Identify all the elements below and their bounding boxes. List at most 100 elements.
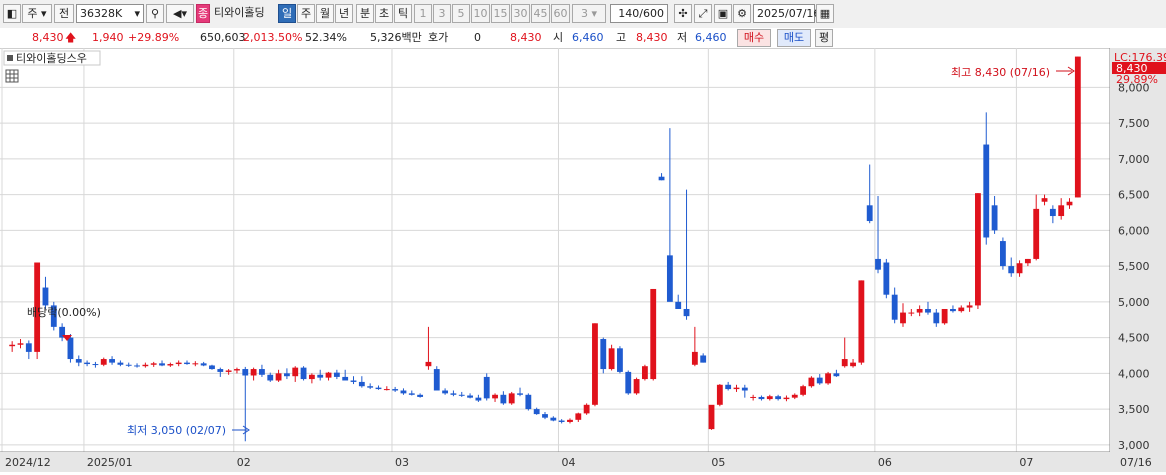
- price-info-bar: 8,430 🡅 1,940 +29.89% 650,603 2,013.50% …: [0, 28, 1166, 49]
- candle-body: [950, 308, 956, 312]
- candle-body: [891, 294, 898, 320]
- candle-body: [150, 363, 157, 365]
- candle-body: [833, 373, 840, 377]
- candle-body: [292, 367, 299, 377]
- minute-option-10[interactable]: 10: [471, 4, 490, 23]
- x-tick-label: 04: [561, 456, 575, 469]
- count-input[interactable]: 140/600: [610, 4, 668, 23]
- tab-second[interactable]: 초: [375, 4, 393, 23]
- minute-option-45[interactable]: 45: [531, 4, 550, 23]
- tab-month[interactable]: 월: [316, 4, 334, 23]
- candle-body: [134, 365, 140, 367]
- minute-option-60[interactable]: 60: [551, 4, 570, 23]
- tab-week[interactable]: 주: [297, 4, 315, 23]
- candle-body: [84, 362, 91, 365]
- candle-body: [775, 396, 782, 400]
- calendar-icon[interactable]: ▦: [816, 4, 834, 23]
- high-annotation: 최고 8,430 (07/16): [951, 66, 1050, 79]
- y-tick-label: 4,500: [1118, 332, 1150, 345]
- low-label: 저: [677, 31, 688, 44]
- candle-body: [600, 339, 607, 370]
- chart-toolbar: ◧ 주 ▾ 전 36328K ▾ ⚲ ◀▾ 종 티와이홀딩 일 주 월 년 분 초…: [0, 0, 1166, 29]
- candlestick-chart: 8,0007,5007,0006,5006,0005,5005,0004,500…: [0, 48, 1166, 472]
- candle-body: [375, 387, 382, 390]
- chart-grid: [0, 48, 1114, 472]
- candle-body: [841, 359, 848, 367]
- market-label: 주: [27, 7, 38, 20]
- candle-body: [167, 364, 174, 366]
- candle-body: [800, 386, 807, 395]
- candle-body: [42, 287, 49, 306]
- candle-body: [766, 396, 773, 400]
- window-menu-icon[interactable]: ◧: [3, 4, 21, 23]
- candle-body: [733, 387, 740, 390]
- tab-tick[interactable]: 틱: [394, 4, 412, 23]
- candle-body: [808, 377, 815, 387]
- sell-button[interactable]: 매도: [777, 29, 811, 47]
- legend-square-icon: [7, 55, 13, 61]
- candle-body: [492, 394, 498, 399]
- eval-button[interactable]: 평: [815, 29, 833, 47]
- candle-body: [617, 348, 623, 372]
- candle-body: [517, 393, 523, 395]
- legend-name: 티와이홀딩스우: [16, 52, 87, 65]
- minute-option-5[interactable]: 5: [452, 4, 470, 23]
- candle-body: [17, 343, 24, 345]
- candle-body: [716, 384, 723, 405]
- y-tick-label: 5,500: [1118, 260, 1150, 273]
- candle-body: [900, 312, 906, 324]
- speaker-icon[interactable]: ◀▾: [166, 4, 194, 23]
- tab-year[interactable]: 년: [335, 4, 353, 23]
- open-label: 시: [553, 31, 564, 44]
- candle-body: [442, 390, 449, 394]
- date-input[interactable]: 2025/07/16: [753, 4, 820, 23]
- low-annotation: 최저 3,050 (02/07): [127, 424, 226, 437]
- search-icon[interactable]: ⚲: [146, 4, 164, 23]
- candle-body: [542, 414, 548, 418]
- candle-body: [825, 373, 831, 384]
- candle-body: [1049, 208, 1056, 217]
- market-select[interactable]: 주 ▾: [22, 4, 52, 23]
- table-icon[interactable]: [5, 69, 19, 83]
- candle-body: [567, 419, 573, 422]
- x-tick-label: 07/16: [1120, 456, 1152, 469]
- change-percent: +29.89%: [128, 31, 180, 44]
- minute-option-1[interactable]: 1: [414, 4, 432, 23]
- save-icon[interactable]: ▣: [714, 4, 732, 23]
- candle-body: [508, 393, 515, 404]
- custom-minute-select[interactable]: 3 ▾: [572, 4, 606, 23]
- candle-body: [408, 393, 415, 395]
- prev-button[interactable]: 전: [54, 4, 74, 23]
- ex-rights-annotation: 배당락(0.00%): [27, 306, 101, 319]
- minute-option-15[interactable]: 15: [491, 4, 510, 23]
- candle-body: [100, 359, 107, 365]
- candle-body: [858, 280, 865, 363]
- tab-day[interactable]: 일: [278, 4, 296, 23]
- tab-minute[interactable]: 분: [356, 4, 374, 23]
- crosshair-icon[interactable]: ✣: [674, 4, 692, 23]
- draw-tool-icon[interactable]: ⤢: [694, 4, 712, 23]
- volume-ratio: 2,013.50%: [243, 31, 303, 44]
- candle-body: [225, 370, 232, 372]
- candle-body: [625, 371, 632, 394]
- gear-icon[interactable]: ⚙: [733, 4, 751, 23]
- code-input[interactable]: 36328K ▾: [76, 4, 144, 23]
- up-arrow-icon: 🡅: [65, 31, 77, 44]
- y-tick-label: 7,500: [1118, 117, 1150, 130]
- candle-body: [342, 376, 349, 381]
- candle-body: [658, 176, 665, 181]
- price-chart[interactable]: 8,000 7,500 7,000 6,500 6,000 5,500 5,000 4,500…: [0, 48, 1166, 472]
- candle-body: [9, 344, 16, 347]
- candle-body: [450, 393, 457, 395]
- candle-body: [184, 362, 190, 365]
- minute-option-3[interactable]: 3: [433, 4, 451, 23]
- candle-body: [475, 397, 482, 401]
- candle-body: [983, 144, 990, 238]
- minute-option-30[interactable]: 30: [511, 4, 530, 23]
- candle-body: [483, 376, 490, 399]
- buy-button[interactable]: 매수: [737, 29, 771, 47]
- candle-body: [641, 366, 648, 380]
- candle-body: [392, 389, 399, 391]
- custom-minute-value: 3: [580, 7, 588, 20]
- candle-body: [708, 404, 715, 430]
